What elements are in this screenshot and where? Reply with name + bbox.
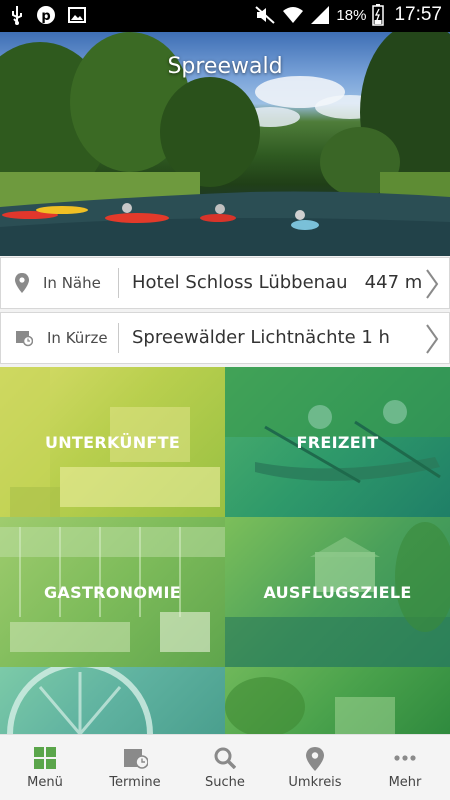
more-dots-icon — [394, 755, 416, 761]
soon-row[interactable]: In Kürze Spreewälder Lichtnächte 1 h — [0, 312, 450, 364]
search-icon — [214, 747, 236, 769]
divider — [118, 268, 119, 298]
clock: 17:57 — [394, 4, 442, 25]
soon-label: In Kürze — [47, 329, 108, 347]
divider — [118, 323, 119, 353]
nav-label: Menü — [27, 775, 63, 790]
nav-item-umkreis[interactable]: Umkreis — [270, 735, 360, 800]
image-icon — [68, 7, 86, 23]
nav-item-mehr[interactable]: Mehr — [360, 735, 450, 800]
soon-label-area: In Kürze — [1, 313, 119, 363]
nav-label: Umkreis — [288, 775, 342, 790]
nav-label: Mehr — [388, 775, 422, 790]
nav-label: Termine — [109, 775, 161, 790]
tile-label: FREIZEIT — [296, 432, 379, 452]
status-left-icons: p — [10, 5, 86, 25]
soon-value: Spreewälder Lichtnächte 1 h — [132, 327, 390, 348]
pinterest-icon: p — [37, 6, 55, 24]
nearby-label-area: In Nähe — [1, 258, 119, 308]
location-pin-icon — [306, 747, 324, 771]
status-bar: p 18% 17:57 — [0, 0, 450, 32]
nav-item-menu[interactable]: Menü — [0, 735, 90, 800]
bottom-navigation: Menü Termine Suche Umkreis Mehr — [0, 734, 450, 800]
grid-icon — [34, 747, 56, 769]
page-title: Spreewald — [167, 54, 283, 79]
calendar-clock-icon — [16, 331, 33, 347]
nearby-value: Hotel Schloss Lübbenau 447 m — [132, 272, 423, 293]
chevron-right-icon — [426, 324, 439, 354]
nav-item-suche[interactable]: Suche — [180, 735, 270, 800]
tile-label: AUSFLUGSZIELE — [263, 582, 412, 602]
signal-icon — [311, 6, 330, 24]
nav-item-termine[interactable]: Termine — [90, 735, 180, 800]
usb-icon — [12, 6, 22, 25]
location-pin-icon — [15, 273, 29, 293]
tile-5[interactable] — [0, 667, 225, 734]
wifi-icon — [283, 7, 304, 23]
wheel-image — [7, 667, 153, 734]
nav-label: Suche — [205, 775, 245, 790]
tile-6[interactable] — [225, 667, 450, 734]
tile-label: GASTRONOMIE — [44, 582, 181, 602]
tile-freizeit[interactable]: FREIZEIT — [225, 367, 450, 517]
tile-unterkuenfte[interactable]: UNTERKÜNFTE — [0, 367, 225, 517]
tile-label: UNTERKÜNFTE — [44, 432, 181, 452]
battery-percent: 18% — [336, 6, 367, 24]
nearby-row[interactable]: In Nähe Hotel Schloss Lübbenau 447 m — [0, 257, 450, 309]
mute-icon — [255, 6, 276, 24]
calendar-icon — [124, 749, 148, 769]
hero-banner[interactable]: Spreewald — [0, 32, 450, 256]
battery-icon — [372, 4, 385, 26]
status-right: 18% 17:57 — [254, 4, 442, 26]
tile-gastronomie[interactable]: GASTRONOMIE — [0, 517, 225, 667]
svg-text:p: p — [41, 9, 50, 24]
tile-ausflugsziele[interactable]: AUSFLUGSZIELE — [225, 517, 450, 667]
town-image — [225, 677, 395, 734]
chevron-right-icon — [426, 269, 439, 299]
nearby-label: In Nähe — [43, 274, 101, 292]
